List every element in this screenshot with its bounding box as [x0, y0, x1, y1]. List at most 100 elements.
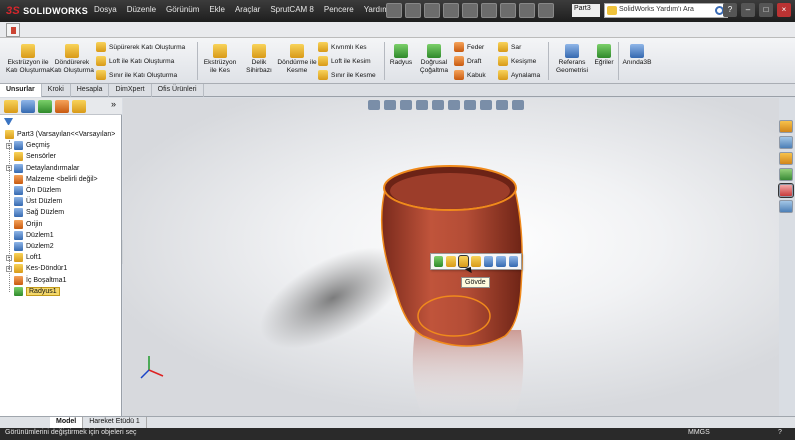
- zoom-to-area-icon[interactable]: [384, 100, 396, 110]
- draft-button[interactable]: Draft: [454, 56, 481, 66]
- design-library-icon[interactable]: [779, 136, 793, 149]
- swept-cut-button[interactable]: Kıvrımlı Kes: [318, 42, 367, 52]
- dimxpert-manager-tab-icon[interactable]: [55, 100, 69, 113]
- isolate-icon[interactable]: [446, 256, 456, 267]
- tree-item-loft1[interactable]: + Loft1: [0, 252, 122, 263]
- appearance-icon[interactable]: [483, 256, 494, 267]
- tree-item-cut-revolve1[interactable]: + Kes-Döndür1: [0, 263, 122, 274]
- sweep-boss-button[interactable]: Süpürerek Katı Oluşturma: [96, 42, 185, 52]
- rebuild-icon[interactable]: [500, 3, 516, 18]
- previous-view-icon[interactable]: [400, 100, 412, 110]
- linear-pattern-button[interactable]: Doğrusal Çoğaltma: [416, 44, 452, 74]
- new-document-icon[interactable]: [386, 3, 402, 18]
- reference-geometry-button[interactable]: Referans Geometrisi: [552, 44, 592, 74]
- tree-item-material[interactable]: Malzeme <belirli değil>: [0, 174, 122, 185]
- menu-view[interactable]: Görünüm: [166, 5, 199, 14]
- edit-feature-icon[interactable]: [471, 256, 481, 267]
- loft-cut-button[interactable]: Loft ile Kesim: [318, 56, 371, 66]
- fillet-button[interactable]: Radyus: [386, 44, 416, 67]
- menu-insert[interactable]: Ekle: [209, 5, 225, 14]
- tab-motion-study[interactable]: Hareket Etüdü 1: [83, 417, 147, 428]
- custom-properties-icon[interactable]: [779, 200, 793, 213]
- save-icon[interactable]: [424, 3, 440, 18]
- expand-icon[interactable]: +: [6, 265, 12, 272]
- help-search-input[interactable]: SolidWorks Yardım'ı Ara: [604, 3, 728, 18]
- filter-icon[interactable]: [4, 118, 13, 126]
- menu-edit[interactable]: Düzenle: [127, 5, 156, 14]
- hole-wizard-button[interactable]: Delik Sihirbazı: [242, 44, 276, 74]
- tree-item-right-plane[interactable]: Sağ Düzlem: [0, 207, 122, 218]
- tree-item-top-plane[interactable]: Üst Düzlem: [0, 196, 122, 207]
- shell-button[interactable]: Kabuk: [454, 70, 486, 80]
- display-manager-tab-icon[interactable]: [72, 100, 86, 113]
- apply-scene-icon[interactable]: [496, 100, 508, 110]
- tree-item-fillet1[interactable]: Radyus1: [0, 286, 122, 297]
- boundary-cut-button[interactable]: Sınır ile Kesme: [318, 70, 376, 80]
- tab-dimxpert[interactable]: DimXpert: [109, 84, 152, 97]
- normal-to-icon[interactable]: [496, 256, 506, 267]
- options-icon[interactable]: [538, 3, 554, 18]
- configuration-manager-tab-icon[interactable]: [38, 100, 52, 113]
- tab-sketch[interactable]: Kroki: [42, 84, 71, 97]
- wrap-button[interactable]: Sar: [498, 42, 521, 52]
- extrude-cut-button[interactable]: Ekstrüzyon ile Kes: [200, 44, 240, 74]
- undo-icon[interactable]: [462, 3, 478, 18]
- part-icon[interactable]: [6, 23, 20, 37]
- tree-item-front-plane[interactable]: Ön Düzlem: [0, 185, 122, 196]
- revolve-cut-button[interactable]: Döndürme ile Kesme: [277, 44, 317, 74]
- menu-file[interactable]: Dosya: [94, 5, 117, 14]
- view-palette-icon[interactable]: [779, 168, 793, 181]
- solidworks-resources-icon[interactable]: [779, 120, 793, 133]
- tab-evaluate[interactable]: Hesapla: [71, 84, 110, 97]
- expand-icon[interactable]: +: [6, 165, 12, 172]
- property-manager-tab-icon[interactable]: [21, 100, 35, 113]
- loft-boss-button[interactable]: Loft ile Katı Oluşturma: [96, 56, 174, 66]
- instant3d-button[interactable]: Anında3B: [620, 44, 654, 67]
- hide-body-icon[interactable]: [434, 256, 444, 267]
- minimize-button[interactable]: –: [741, 3, 755, 17]
- tree-item-plane1[interactable]: Düzlem1: [0, 230, 122, 241]
- tree-item-sensors[interactable]: Sensörler: [0, 151, 122, 162]
- section-view-icon[interactable]: [416, 100, 428, 110]
- help-icon[interactable]: ?: [778, 429, 782, 436]
- curves-button[interactable]: Eğriler: [592, 44, 616, 67]
- tree-item-history[interactable]: + Geçmiş: [0, 140, 122, 151]
- zoom-to-fit-icon[interactable]: [368, 100, 380, 110]
- more-options-icon[interactable]: [508, 256, 518, 267]
- tree-item-origin[interactable]: Orijin: [0, 219, 122, 230]
- file-explorer-icon[interactable]: [779, 152, 793, 165]
- intersect-button[interactable]: Kesişme: [498, 56, 536, 66]
- document-selector[interactable]: Part3: [572, 4, 600, 17]
- mirror-button[interactable]: Aynalama: [498, 70, 540, 80]
- view-settings-icon[interactable]: [512, 100, 524, 110]
- panel-expand-icon[interactable]: »: [111, 99, 116, 109]
- open-folder-icon[interactable]: [405, 3, 421, 18]
- tab-model[interactable]: Model: [50, 417, 84, 428]
- boundary-boss-button[interactable]: Sınır ile Katı Oluşturma: [96, 70, 177, 80]
- display-style-icon[interactable]: [448, 100, 460, 110]
- menu-sprutcam[interactable]: SprutCAM 8: [270, 5, 314, 14]
- view-orientation-icon[interactable]: [432, 100, 444, 110]
- close-button[interactable]: ×: [777, 3, 791, 17]
- file-properties-icon[interactable]: [519, 3, 535, 18]
- tree-item-plane2[interactable]: Düzlem2: [0, 241, 122, 252]
- tree-root[interactable]: Part3 (Varsayılan<<Varsayılan>: [0, 129, 122, 140]
- feature-manager-tab-icon[interactable]: [4, 100, 18, 113]
- tab-features[interactable]: Unsurlar: [0, 84, 42, 97]
- menu-tools[interactable]: Araçlar: [235, 5, 260, 14]
- expand-icon[interactable]: +: [6, 142, 12, 149]
- revolve-boss-button[interactable]: Döndürerek Katı Oluşturma: [50, 44, 94, 74]
- tree-item-annotations[interactable]: + Detaylandırmalar: [0, 163, 122, 174]
- extrude-boss-button[interactable]: Ekstrüzyon ile Katı Oluşturma: [6, 44, 50, 74]
- hide-show-items-icon[interactable]: [464, 100, 476, 110]
- expand-icon[interactable]: +: [6, 254, 12, 261]
- restore-button[interactable]: □: [759, 3, 773, 17]
- help-button[interactable]: ?: [723, 3, 737, 17]
- select-icon[interactable]: [481, 3, 497, 18]
- print-icon[interactable]: [443, 3, 459, 18]
- tree-item-shell1[interactable]: İç Boşaltma1: [0, 274, 122, 285]
- appearances-scenes-icon[interactable]: [778, 183, 794, 198]
- edit-appearance-icon[interactable]: [480, 100, 492, 110]
- rib-button[interactable]: Feder: [454, 42, 484, 52]
- menu-window[interactable]: Pencere: [324, 5, 354, 14]
